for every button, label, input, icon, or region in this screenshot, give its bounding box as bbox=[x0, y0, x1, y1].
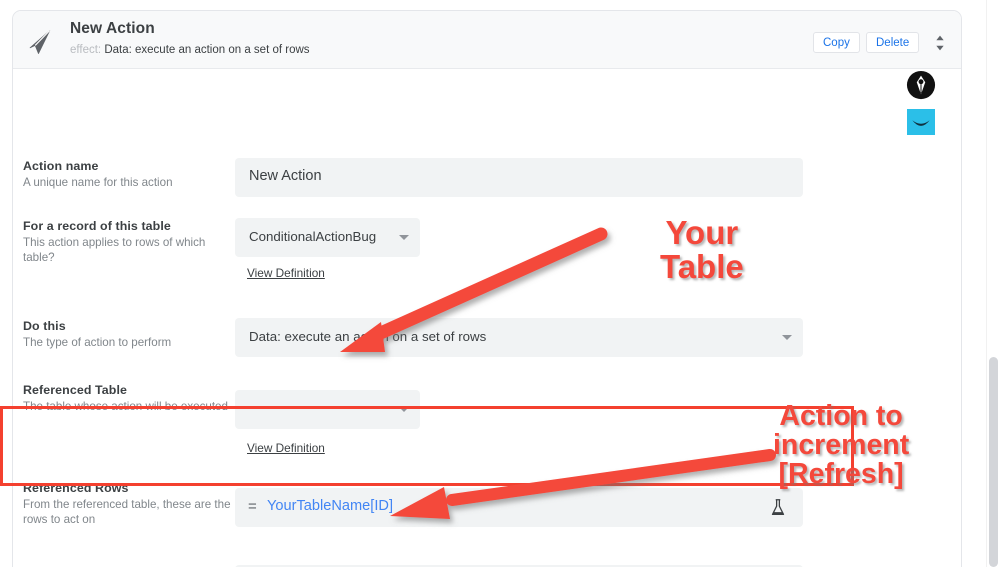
field-title: Referenced Table bbox=[23, 383, 127, 397]
field-description: The type of action to perform bbox=[23, 336, 172, 349]
smile-badge-icon[interactable] bbox=[905, 107, 937, 137]
effect-value: Data: execute an action on a set of rows bbox=[104, 44, 310, 56]
field-title: Do this bbox=[23, 319, 66, 333]
annotation-action-line2: increment bbox=[773, 429, 910, 462]
panel-body: Action name A unique name for this actio… bbox=[13, 69, 961, 567]
flask-icon[interactable] bbox=[767, 496, 789, 520]
annotation-action-increment: Action to increment [Refresh] bbox=[773, 400, 910, 491]
annotation-action-line1: Action to bbox=[779, 400, 903, 432]
chevron-down-icon bbox=[782, 335, 792, 340]
action-name-input[interactable]: New Action bbox=[235, 158, 803, 197]
expand-collapse-icon[interactable] bbox=[929, 31, 951, 55]
field-description: A unique name for this action bbox=[23, 176, 173, 189]
view-definition-link-record-table[interactable]: View Definition bbox=[247, 266, 325, 280]
pen-nib-icon[interactable] bbox=[906, 70, 936, 100]
field-title: Action name bbox=[23, 159, 99, 173]
annotation-your-table-line1: Your bbox=[665, 214, 739, 251]
record-table-select[interactable]: ConditionalActionBug bbox=[235, 218, 420, 257]
view-definition-link-referenced-table[interactable]: View Definition bbox=[247, 441, 325, 455]
effect-label: effect: bbox=[70, 44, 102, 56]
delete-button[interactable]: Delete bbox=[866, 32, 920, 53]
field-title: For a record of this table bbox=[23, 219, 171, 233]
referenced-table-select[interactable] bbox=[235, 390, 420, 429]
field-label-referenced-table: Referenced Table The table whose action … bbox=[23, 382, 238, 414]
chevron-down-icon bbox=[399, 407, 409, 412]
record-table-value: ConditionalActionBug bbox=[249, 229, 377, 244]
annotation-action-line3: [Refresh] bbox=[778, 458, 904, 491]
equals-sign: = bbox=[248, 498, 257, 515]
field-label-do-this: Do this The type of action to perform bbox=[23, 318, 238, 350]
annotation-your-table-line2: Table bbox=[660, 247, 744, 285]
send-icon bbox=[29, 30, 51, 54]
do-this-value: Data: execute an action on a set of rows bbox=[249, 329, 487, 344]
referenced-rows-value: YourTableName[ID] bbox=[267, 498, 394, 514]
field-description: From the referenced table, these are the… bbox=[23, 498, 231, 526]
field-description: The table whose action will be executed bbox=[23, 400, 228, 413]
panel-subtitle: effect: Data: execute an action on a set… bbox=[70, 44, 310, 56]
field-title: Referenced Rows bbox=[23, 481, 129, 495]
field-label-action-name: Action name A unique name for this actio… bbox=[23, 158, 238, 190]
action-name-value: New Action bbox=[249, 168, 322, 184]
field-description: This action applies to rows of which tab… bbox=[23, 236, 206, 264]
do-this-select[interactable]: Data: execute an action on a set of rows bbox=[235, 318, 803, 357]
copy-button[interactable]: Copy bbox=[813, 32, 860, 53]
page-title: New Action bbox=[70, 20, 155, 37]
field-label-record-table: For a record of this table This action a… bbox=[23, 218, 238, 265]
vertical-scrollbar-thumb[interactable] bbox=[989, 357, 998, 567]
app-screenshot: New Action effect: Data: execute an acti… bbox=[0, 0, 999, 567]
chevron-down-icon bbox=[399, 235, 409, 240]
vertical-scrollbar-track[interactable] bbox=[986, 0, 999, 567]
referenced-rows-formula-input[interactable]: = YourTableName[ID] bbox=[235, 488, 803, 527]
annotation-your-table: Your Table bbox=[660, 216, 744, 283]
panel-header: New Action effect: Data: execute an acti… bbox=[13, 11, 961, 69]
field-label-referenced-rows: Referenced Rows From the referenced tabl… bbox=[23, 480, 238, 527]
